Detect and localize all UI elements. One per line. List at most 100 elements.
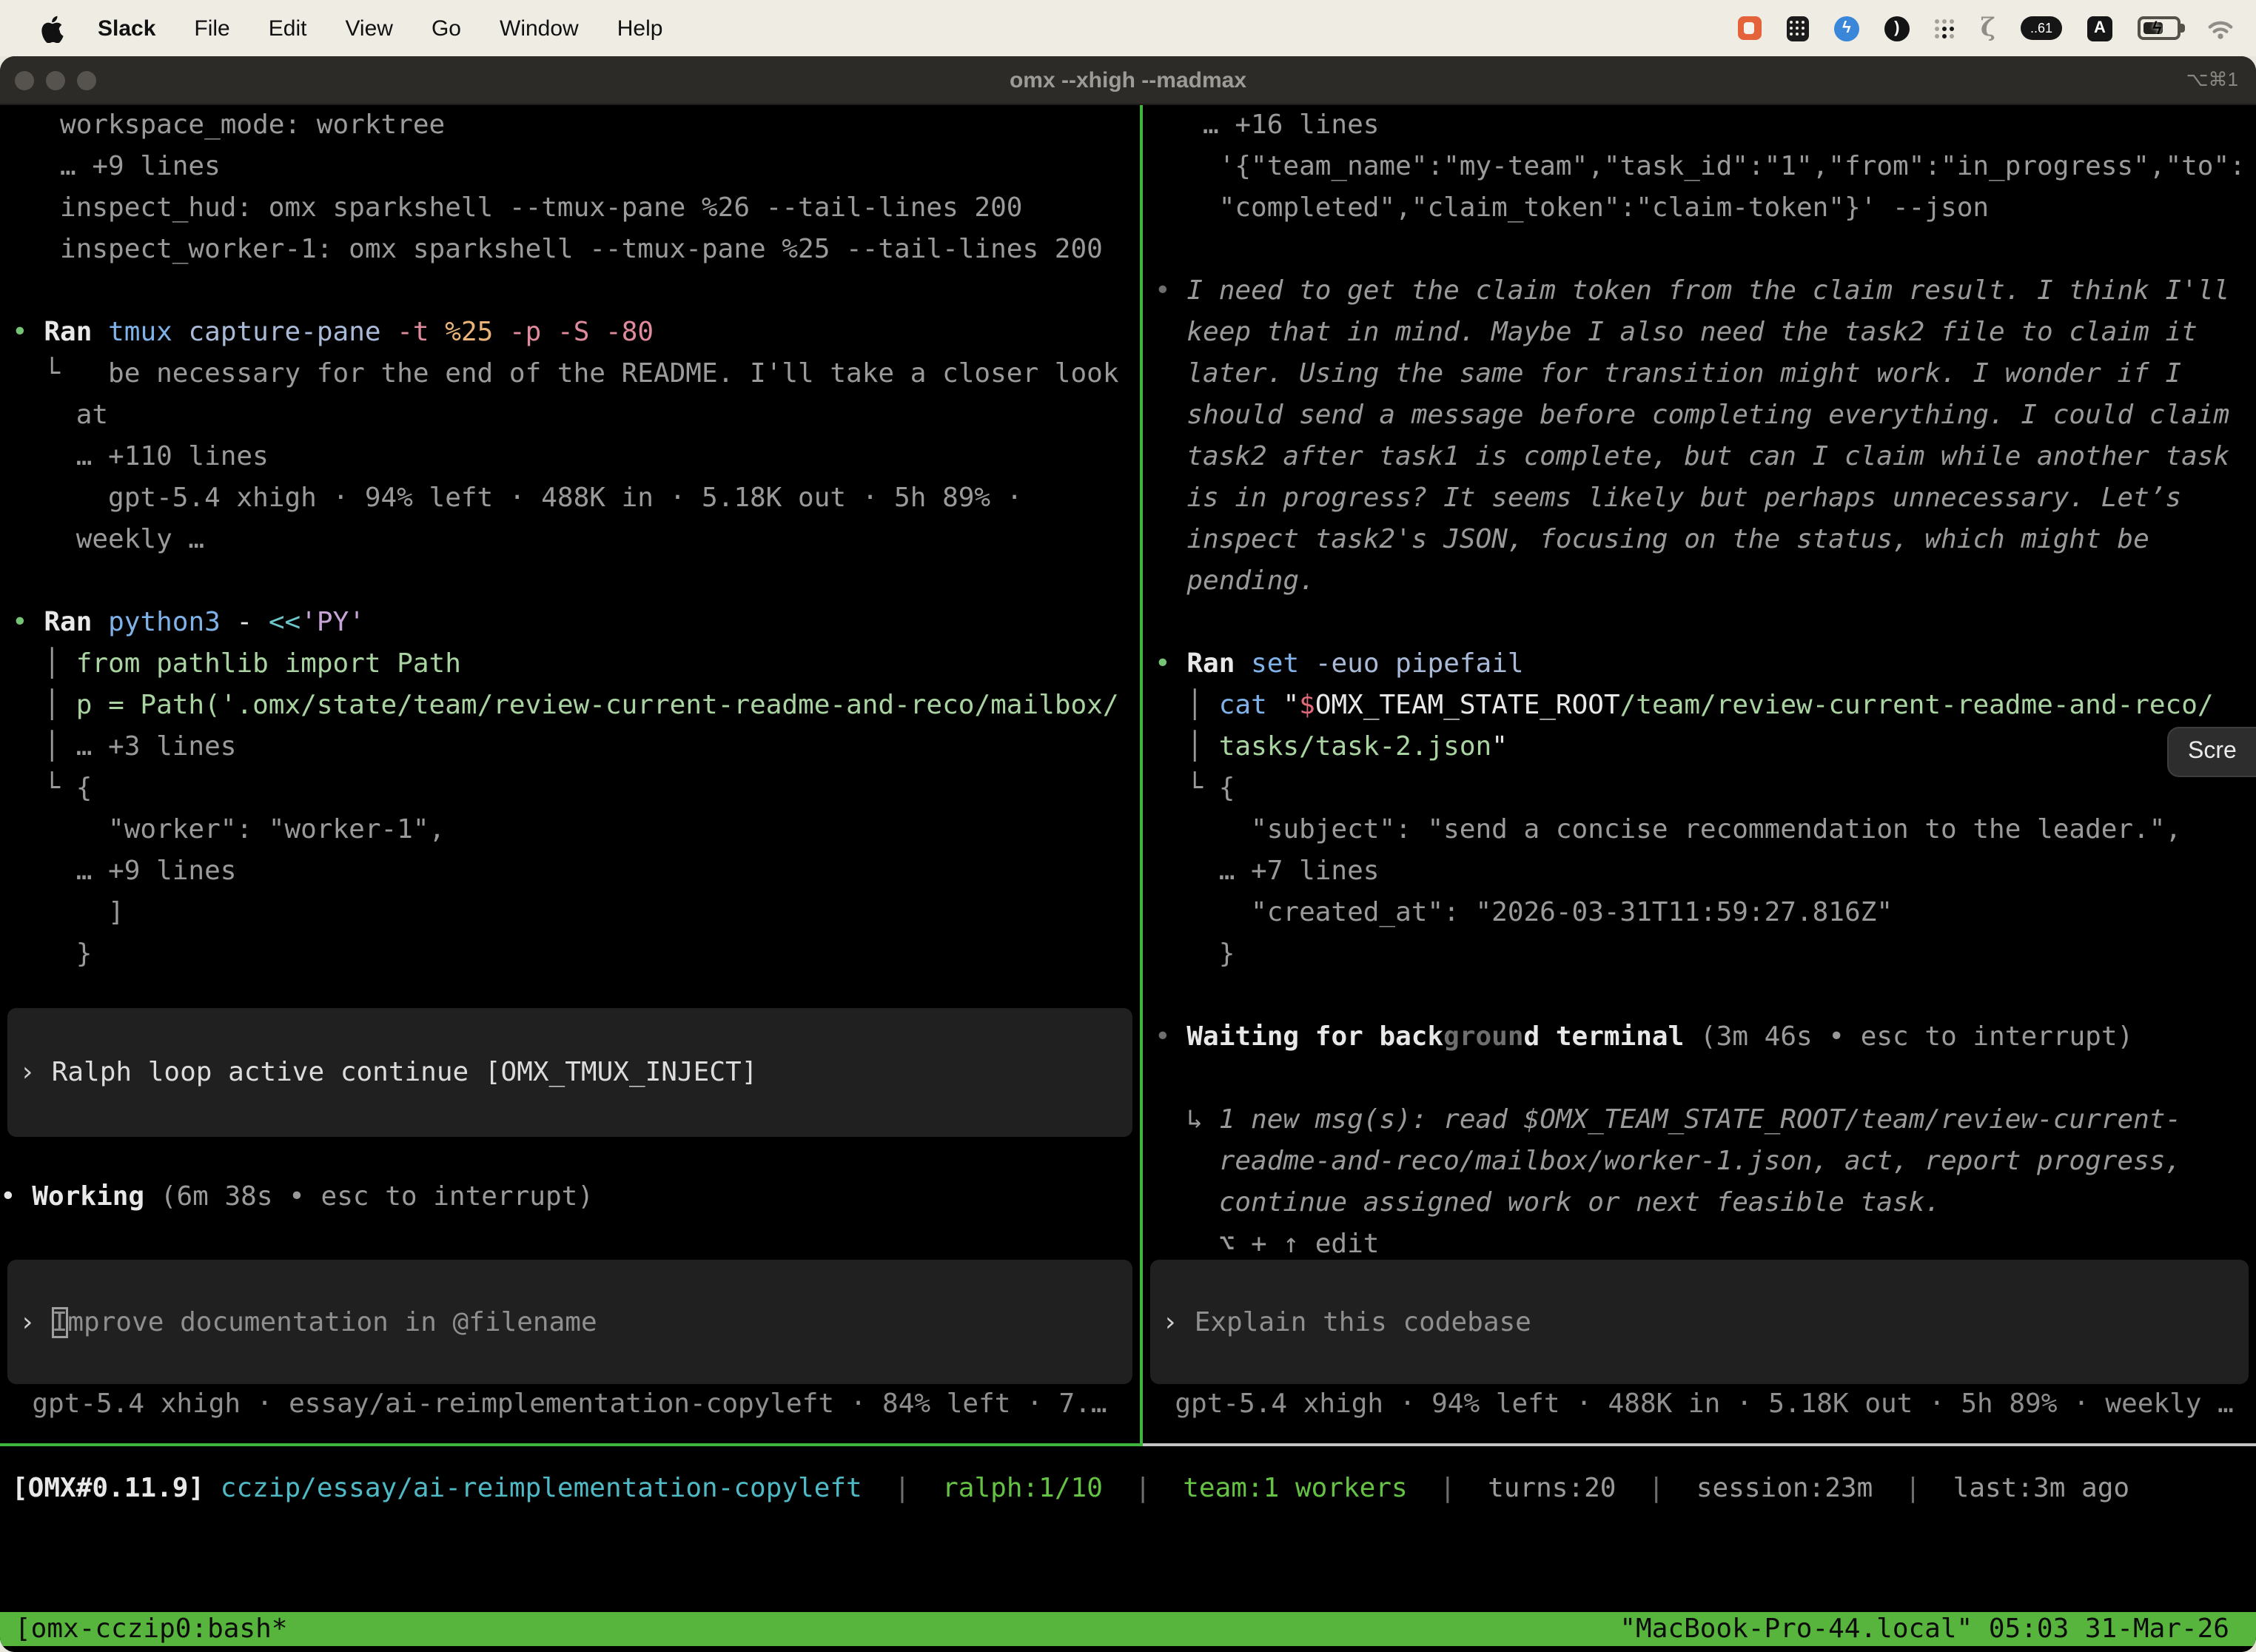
terminal-line: └ {: [12, 768, 1140, 810]
right-input-box[interactable]: › Explain this codebase: [1150, 1260, 2249, 1384]
working-status-line: • Working (6m 38s • esc to interrupt): [0, 1177, 1140, 1218]
left-pane[interactable]: workspace_mode: worktree … +9 lines insp…: [0, 105, 1140, 1446]
dots-grid-icon[interactable]: [1935, 18, 1955, 38]
terminal-line: … +16 lines: [1155, 105, 2256, 147]
terminal-line: … +9 lines: [12, 851, 1140, 893]
apple-menu-icon[interactable]: [40, 14, 65, 42]
terminal-line: … +9 lines: [12, 147, 1140, 188]
terminal-line: [12, 561, 1140, 602]
terminal-line: └ be necessary for the end of the README…: [12, 354, 1140, 395]
terminal-line: workspace_mode: worktree: [12, 105, 1140, 147]
terminal-line: continue assigned work or next feasible …: [1155, 1183, 2256, 1224]
prompt-chevron-icon: ›: [1162, 1306, 1178, 1337]
terminal-line: … +7 lines: [1155, 851, 2256, 893]
status-icons: ϟ) ζ ..61 A: [1738, 13, 2235, 43]
terminal-line: task2 after task1 is complete, but can I…: [1155, 437, 2256, 478]
terminal-line: … +110 lines: [12, 437, 1140, 478]
menu-help[interactable]: Help: [617, 16, 663, 41]
battery-charging-icon[interactable]: [2138, 16, 2181, 40]
zoom-window-button[interactable]: [77, 70, 96, 90]
terminal-line: │ p = Path('.omx/state/team/review-curre…: [12, 685, 1140, 727]
terminal-line: '{"team_name":"my-team","task_id":"1","f…: [1155, 147, 2256, 188]
terminal-line: └ {: [1155, 768, 2256, 810]
terminal-line: • Waiting for background terminal (3m 46…: [1155, 1017, 2256, 1058]
terminal-line: weekly …: [12, 520, 1140, 561]
terminal-line: inspect task2's JSON, focusing on the st…: [1155, 520, 2256, 561]
terminal-line: pending.: [1155, 561, 2256, 602]
menu-file[interactable]: File: [194, 16, 229, 41]
terminal-line: [1155, 1058, 2256, 1100]
menu-window[interactable]: Window: [500, 16, 579, 41]
keyboard-icon[interactable]: [1787, 16, 1809, 41]
terminal-body: workspace_mode: worktree … +9 lines insp…: [0, 105, 2256, 1652]
omx-status-line: [OMX#0.11.9] cczip/essay/ai-reimplementa…: [0, 1468, 2256, 1510]
terminal-line: "subject": "send a concise recommendatio…: [1155, 810, 2256, 851]
terminal-line: • Ran tmux capture-pane -t %25 -p -S -80: [12, 312, 1140, 354]
terminal-line: keep that in mind. Maybe I also need the…: [1155, 312, 2256, 354]
right-input-placeholder: Explain this codebase: [1195, 1306, 1531, 1337]
slack-chat-icon[interactable]: [1738, 16, 1762, 40]
screen: Slack FileEditViewGoWindowHelp ϟ)ζ..61A …: [0, 0, 2256, 1652]
terminal-line: "created_at": "2026-03-31T11:59:27.816Z": [1155, 893, 2256, 934]
tmux-host-clock: "MacBook-Pro-44.local" 05:03 31-Mar-26: [1619, 1614, 2241, 1645]
terminal-line: inspect_worker-1: omx sparkshell --tmux-…: [12, 229, 1140, 271]
left-pane-status: gpt-5.4 xhigh · essay/ai-reimplementatio…: [0, 1384, 1140, 1426]
terminal-line: readme-and-reco/mailbox/worker-1.json, a…: [1155, 1141, 2256, 1183]
terminal-line: [1155, 229, 2256, 271]
right-pane-border: [1143, 1443, 2256, 1446]
terminal-line: }: [12, 934, 1140, 976]
menu-edit[interactable]: Edit: [269, 16, 307, 41]
queued-message-text: Ralph loop active continue [OMX_TMUX_INJ…: [52, 1057, 758, 1088]
terminal-window: omx --xhigh --madmax ⌥⌘1 workspace_mode:…: [0, 56, 2256, 1652]
a-square-icon[interactable]: A: [2087, 16, 2112, 41]
text-cursor: I: [52, 1306, 68, 1337]
menu-app-name[interactable]: Slack: [98, 16, 155, 41]
terminal-line: • Ran set -euo pipefail: [1155, 644, 2256, 685]
squiggle-icon[interactable]: ζ: [1981, 13, 1995, 43]
terminal-line: ↳ 1 new msg(s): read $OMX_TEAM_STATE_ROO…: [1155, 1100, 2256, 1141]
terminal-line: │ cat "$OMX_TEAM_STATE_ROOT/team/review-…: [1155, 685, 2256, 727]
terminal-line: ]: [12, 893, 1140, 934]
terminal-line: "worker": "worker-1",: [12, 810, 1140, 851]
terminal-line: │ tasks/task-2.json": [1155, 727, 2256, 768]
terminal-line: should send a message before completing …: [1155, 395, 2256, 437]
menu-view[interactable]: View: [345, 16, 393, 41]
tmux-session-label: [omx-cczip0:bash*: [15, 1614, 1619, 1645]
terminal-line: │ from pathlib import Path: [12, 644, 1140, 685]
terminal-line: }: [1155, 934, 2256, 976]
right-pane[interactable]: … +16 lines '{"team_name":"my-team","tas…: [1143, 105, 2256, 1446]
right-pane-status: gpt-5.4 xhigh · 94% left · 488K in · 5.1…: [1143, 1384, 2256, 1426]
crescent-circle-icon[interactable]: ): [1884, 16, 1910, 41]
left-input-box[interactable]: › Improve documentation in @filename: [7, 1260, 1132, 1384]
terminal-line: • I need to get the claim token from the…: [1155, 271, 2256, 312]
left-pane-border: [0, 1443, 1140, 1446]
terminal-line: at: [12, 395, 1140, 437]
menu-go[interactable]: Go: [432, 16, 461, 41]
terminal-line: "completed","claim_token":"claim-token"}…: [1155, 188, 2256, 229]
terminal-line: • Ran python3 - <<'PY': [12, 602, 1140, 644]
window-title: omx --xhigh --madmax: [0, 67, 2256, 93]
traffic-lights: [15, 70, 96, 90]
minimize-window-button[interactable]: [46, 70, 65, 90]
terminal-line: [12, 271, 1140, 312]
prompt-chevron-icon: ›: [19, 1306, 36, 1337]
lightning-circle-icon[interactable]: ϟ: [1834, 16, 1859, 41]
screen-tooltip: Scre: [2167, 727, 2256, 777]
terminal-line: [1155, 976, 2256, 1017]
queued-message-box: › Ralph loop active continue [OMX_TMUX_IN…: [7, 1008, 1132, 1137]
menu-items: File Edit View Go Window Help: [194, 16, 662, 41]
menu-bar: Slack File Edit View Go Window Help ϟ) ζ ..61 A: [0, 0, 2256, 56]
terminal-line: │ … +3 lines: [12, 727, 1140, 768]
terminal-line: inspect_hud: omx sparkshell --tmux-pane …: [12, 188, 1140, 229]
timer-badge-icon[interactable]: ..61: [2021, 16, 2062, 40]
terminal-line: later. Using the same for transition mig…: [1155, 354, 2256, 395]
window-titlebar[interactable]: omx --xhigh --madmax ⌥⌘1: [0, 56, 2256, 105]
prompt-chevron-icon: ›: [19, 1057, 36, 1088]
window-shortcut-hint: ⌥⌘1: [2186, 68, 2238, 92]
left-input-placeholder: mprove documentation in @filename: [67, 1306, 597, 1337]
terminal-line: is in progress? It seems likely but perh…: [1155, 478, 2256, 520]
close-window-button[interactable]: [15, 70, 34, 90]
tmux-status-bar: [omx-cczip0:bash* "MacBook-Pro-44.local"…: [0, 1612, 2256, 1646]
terminal-line: [1155, 602, 2256, 644]
wifi-icon[interactable]: [2206, 17, 2235, 39]
